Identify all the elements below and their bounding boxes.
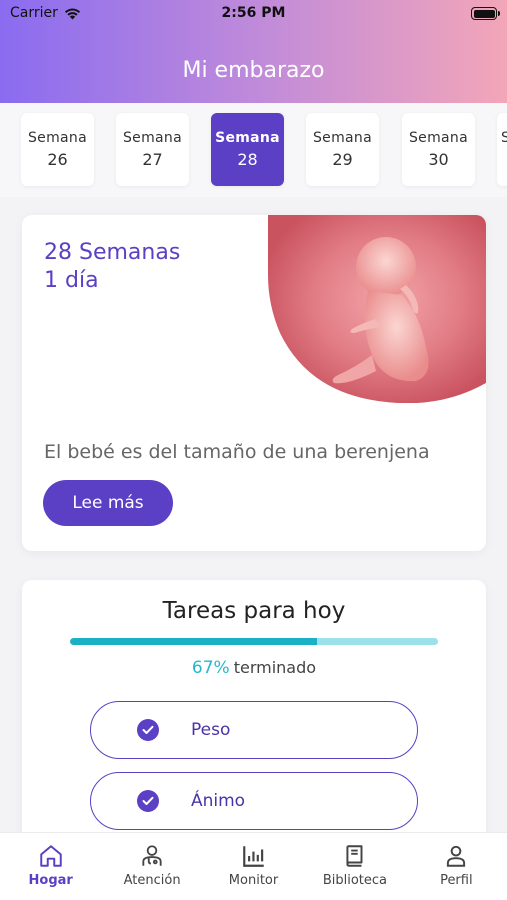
- week-card-31-partial[interactable]: S: [497, 113, 507, 186]
- tasks-title: Tareas para hoy: [162, 598, 346, 624]
- progress-suffix: terminado: [233, 658, 317, 677]
- chart-icon: [242, 846, 264, 867]
- bottom-tab-bar: Hogar Atención Monitor Biblioteca Perfil: [0, 832, 507, 900]
- tab-library[interactable]: Biblioteca: [304, 833, 405, 900]
- week-number: 27: [142, 150, 163, 169]
- week-card-30[interactable]: Semana 30: [402, 113, 475, 186]
- week-label-partial: S: [501, 130, 507, 146]
- tab-profile[interactable]: Perfil: [406, 833, 507, 900]
- week-card-29[interactable]: Semana 29: [306, 113, 379, 186]
- tasks-progress-bar: [70, 638, 438, 645]
- tab-home[interactable]: Hogar: [0, 833, 101, 900]
- status-bar: Carrier 2:56 PM: [0, 0, 507, 28]
- days-line: 1 día: [44, 268, 99, 293]
- home-icon: [39, 845, 62, 867]
- check-icon: [137, 790, 159, 812]
- task-item-weight[interactable]: Peso: [90, 701, 418, 759]
- tasks-progress-text: 67% terminado: [22, 658, 486, 678]
- page-title: Mi embarazo: [182, 58, 325, 83]
- week-number: 30: [428, 150, 449, 169]
- doctor-icon: [142, 845, 162, 866]
- week-number: 26: [47, 150, 68, 169]
- week-card-28-selected[interactable]: Semana 28: [211, 113, 284, 186]
- task-label: Peso: [191, 720, 231, 740]
- tab-label: Hogar: [28, 873, 73, 888]
- week-number: 28: [237, 150, 258, 169]
- baby-size-text: El bebé es del tamaño de una berenjena: [44, 441, 430, 463]
- battery-icon: [471, 7, 500, 20]
- tasks-progress-fill: [70, 638, 317, 645]
- week-number: 29: [332, 150, 353, 169]
- tab-monitor[interactable]: Monitor: [203, 833, 304, 900]
- week-selector[interactable]: Semana 26 Semana 27 Semana 28 Semana 29 …: [0, 103, 507, 197]
- status-time: 2:56 PM: [221, 5, 286, 21]
- week-label: Semana: [215, 130, 280, 146]
- week-label: Semana: [28, 130, 87, 146]
- progress-percent: 67%: [191, 658, 230, 678]
- week-label: Semana: [123, 130, 182, 146]
- task-label: Ánimo: [191, 791, 246, 811]
- fetus-illustration: [268, 215, 486, 403]
- week-card-27[interactable]: Semana 27: [116, 113, 189, 186]
- check-icon: [137, 719, 159, 741]
- pregnancy-week-count: 28 Semanas 1 día: [44, 239, 180, 295]
- tab-label: Biblioteca: [322, 873, 387, 888]
- read-more-button[interactable]: Lee más: [43, 480, 173, 526]
- week-card-26[interactable]: Semana 26: [21, 113, 94, 186]
- task-item-mood[interactable]: Ánimo: [90, 772, 418, 830]
- tab-label: Monitor: [228, 873, 279, 888]
- tab-label: Perfil: [440, 873, 473, 888]
- baby-development-card: 28 Semanas 1 día El bebé es del tamaño d…: [22, 215, 486, 551]
- weeks-line: 28 Semanas: [44, 240, 181, 265]
- daily-tasks-card: Tareas para hoy 67% terminado Peso Ánimo: [22, 580, 486, 870]
- header: Carrier 2:56 PM Mi embarazo: [0, 0, 507, 110]
- tab-care[interactable]: Atención: [101, 833, 202, 900]
- book-icon: [346, 845, 363, 867]
- week-label: Semana: [313, 130, 372, 146]
- person-icon: [447, 845, 466, 867]
- week-label: Semana: [409, 130, 468, 146]
- tab-label: Atención: [123, 873, 181, 888]
